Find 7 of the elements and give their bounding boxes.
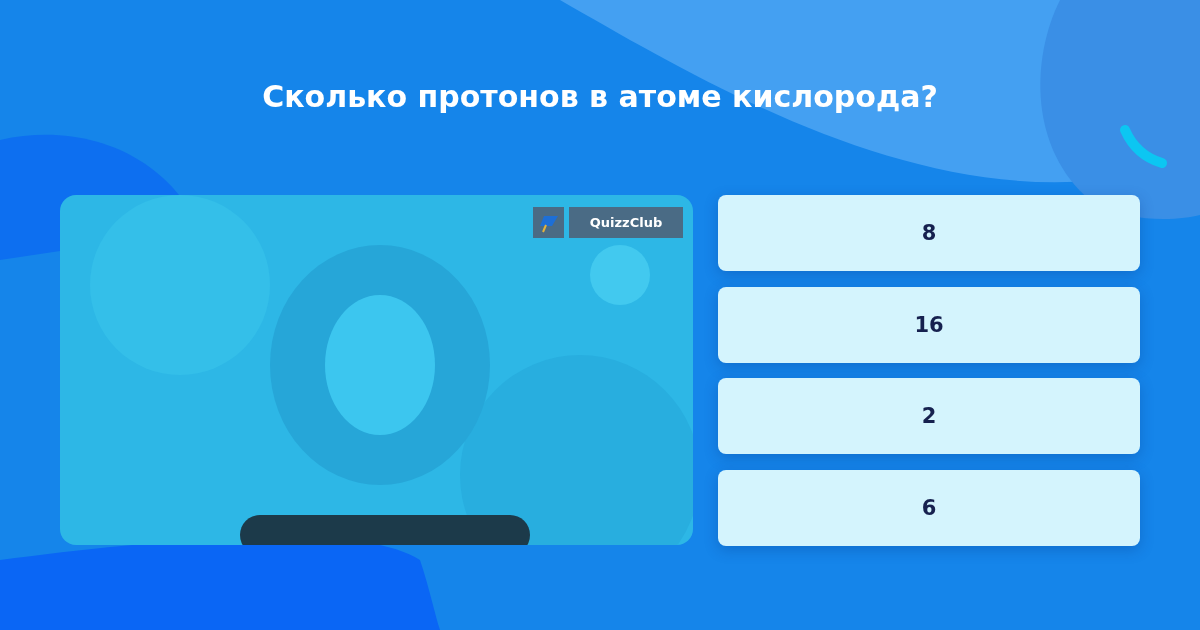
answer-option[interactable]: 8 xyxy=(718,195,1140,271)
graduation-cap-icon xyxy=(533,207,564,238)
answer-option[interactable]: 2 xyxy=(718,378,1140,454)
question-title: Сколько протонов в атоме кислорода? xyxy=(262,78,938,116)
answer-option[interactable]: 16 xyxy=(718,286,1140,363)
brand-label: QuizzClub xyxy=(569,207,683,238)
answer-option[interactable]: 6 xyxy=(718,469,1140,546)
